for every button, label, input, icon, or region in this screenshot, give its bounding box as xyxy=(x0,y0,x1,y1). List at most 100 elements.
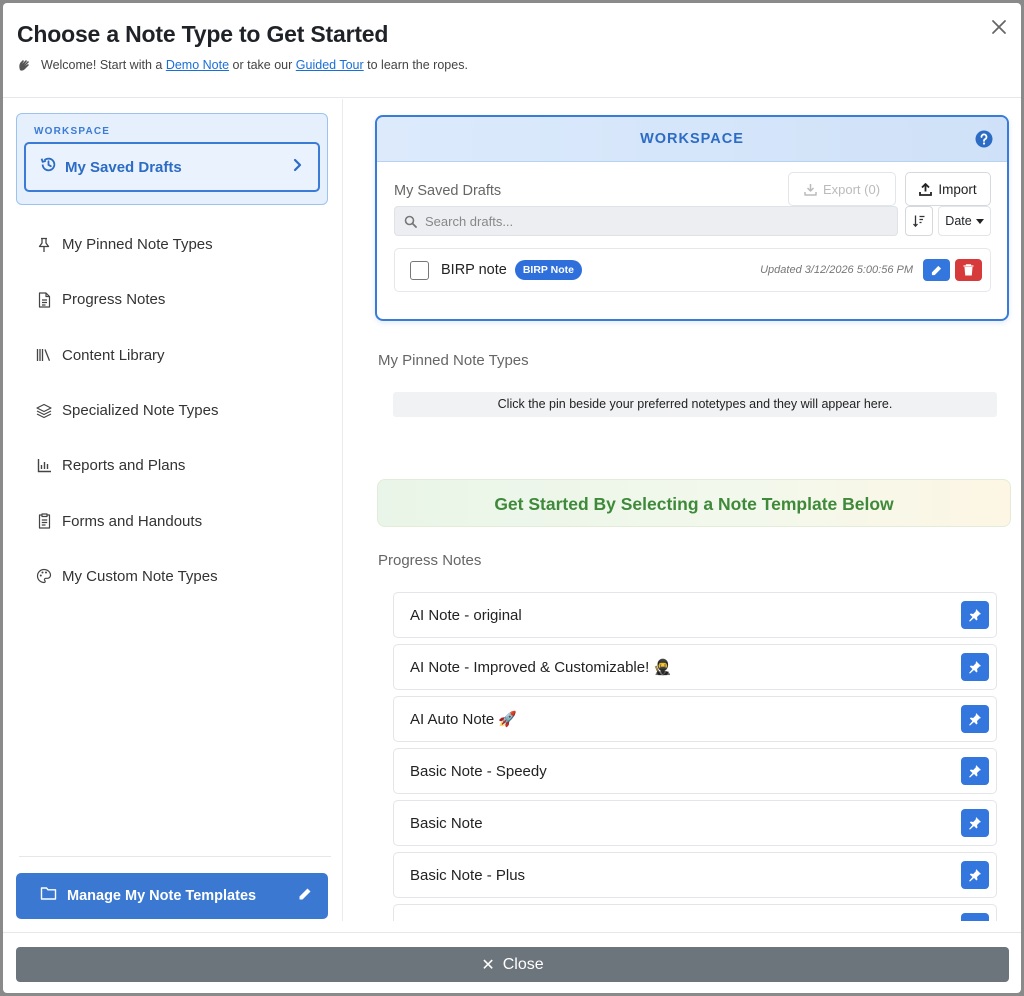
sidebar-item-label: Progress Notes xyxy=(62,291,166,309)
list-item[interactable]: AI Auto Note 🚀 xyxy=(393,696,997,742)
template-name: Basic Note - Plus xyxy=(410,866,526,884)
sidebar-divider xyxy=(19,856,331,857)
sidebar-item-label: My Saved Drafts xyxy=(65,158,182,176)
draft-updated-time: Updated 3/12/2026 5:00:56 PM xyxy=(760,264,913,276)
sidebar-item-forms[interactable]: Forms and Handouts xyxy=(3,493,343,548)
folder-icon xyxy=(40,886,57,906)
sort-field-dropdown[interactable]: Date xyxy=(938,206,991,236)
pencil-icon xyxy=(298,887,312,906)
edit-draft-button[interactable] xyxy=(923,259,950,281)
clipboard-icon xyxy=(36,513,52,529)
draft-type-badge: BIRP Note xyxy=(514,260,582,280)
sort-icon xyxy=(912,214,926,228)
upload-icon xyxy=(919,182,933,196)
pin-template-button[interactable] xyxy=(961,809,989,837)
modal-subtitle: Welcome! Start with a Demo Note or take … xyxy=(17,57,468,73)
sidebar-workspace-section: WORKSPACE My Saved Drafts xyxy=(16,113,328,205)
sidebar-nav: My Pinned Note Types Progress Notes Cont… xyxy=(3,217,343,604)
caret-down-icon xyxy=(975,218,984,224)
chevron-right-icon xyxy=(292,158,304,177)
pin-template-button[interactable] xyxy=(961,705,989,733)
drafts-title: My Saved Drafts xyxy=(394,183,502,199)
list-item[interactable]: AI Note - original xyxy=(393,592,997,638)
history-icon xyxy=(40,156,57,178)
pin-template-button[interactable] xyxy=(961,653,989,681)
sidebar-item-pinned[interactable]: My Pinned Note Types xyxy=(3,217,343,272)
pin-icon xyxy=(968,608,982,622)
manage-templates-button[interactable]: Manage My Note Templates xyxy=(16,873,328,919)
workspace-panel-header: WORKSPACE xyxy=(377,117,1007,162)
library-icon xyxy=(36,347,52,363)
search-icon xyxy=(404,215,417,228)
sidebar-item-saved-drafts[interactable]: My Saved Drafts xyxy=(24,142,320,192)
pin-icon xyxy=(36,237,52,253)
workspace-label: WORKSPACE xyxy=(34,126,111,137)
subtitle-text-2: or take our xyxy=(232,58,293,72)
template-list: AI Note - original AI Note - Improved & … xyxy=(393,592,997,921)
trash-icon xyxy=(963,264,974,276)
pinned-empty-message: Click the pin beside your preferred note… xyxy=(393,392,997,417)
sidebar-item-label: Content Library xyxy=(62,346,165,364)
import-button[interactable]: Import xyxy=(905,172,991,206)
list-item[interactable] xyxy=(393,904,997,921)
document-icon xyxy=(36,292,52,308)
list-item[interactable]: Basic Note xyxy=(393,800,997,846)
list-item[interactable]: Basic Note - Plus xyxy=(393,852,997,898)
close-icon[interactable] xyxy=(989,17,1009,37)
close-button[interactable]: ✕ Close xyxy=(16,947,1009,982)
delete-draft-button[interactable] xyxy=(955,259,982,281)
main-content: WORKSPACE My Saved Drafts Export (0) Imp… xyxy=(344,99,1021,921)
palette-icon xyxy=(36,568,52,584)
pin-template-button[interactable] xyxy=(961,861,989,889)
sidebar-item-content-library[interactable]: Content Library xyxy=(3,328,343,383)
sidebar-item-label: Forms and Handouts xyxy=(62,512,203,530)
draft-row[interactable]: BIRP note BIRP Note Updated 3/12/2026 5:… xyxy=(394,248,991,292)
close-button-label: Close xyxy=(502,955,544,973)
template-name: Basic Note xyxy=(410,814,483,832)
progress-notes-title: Progress Notes xyxy=(378,552,482,569)
pin-icon xyxy=(968,868,982,882)
sidebar-item-label: My Custom Note Types xyxy=(62,567,218,585)
template-name: AI Auto Note 🚀 xyxy=(410,711,518,728)
list-item[interactable]: Basic Note - Speedy xyxy=(393,748,997,794)
get-started-banner: Get Started By Selecting a Note Template… xyxy=(377,479,1011,527)
sidebar-item-reports[interactable]: Reports and Plans xyxy=(3,438,343,493)
sidebar-item-custom[interactable]: My Custom Note Types xyxy=(3,549,343,604)
draft-checkbox[interactable] xyxy=(410,260,429,280)
export-label: Export (0) xyxy=(822,181,881,197)
guided-tour-link[interactable]: Guided Tour xyxy=(296,58,364,72)
pinned-section-title: My Pinned Note Types xyxy=(378,352,529,369)
pin-icon xyxy=(968,660,982,674)
import-label: Import xyxy=(938,181,977,197)
pin-template-button[interactable] xyxy=(961,913,989,921)
close-icon: ✕ xyxy=(481,956,495,974)
sort-direction-button[interactable] xyxy=(905,206,933,236)
draft-search xyxy=(394,206,898,236)
pin-template-button[interactable] xyxy=(961,601,989,629)
pin-template-button[interactable] xyxy=(961,757,989,785)
search-input[interactable] xyxy=(425,213,885,229)
modal-title: Choose a Note Type to Get Started xyxy=(17,21,389,47)
manage-templates-label: Manage My Note Templates xyxy=(67,888,257,904)
sort-field-label: Date xyxy=(945,214,972,228)
demo-note-link[interactable]: Demo Note xyxy=(166,58,229,72)
list-item[interactable]: AI Note - Improved & Customizable! 🥷 xyxy=(393,644,997,690)
sidebar-item-label: My Pinned Note Types xyxy=(62,236,213,254)
layers-icon xyxy=(36,403,52,419)
modal-header: Choose a Note Type to Get Started Welcom… xyxy=(3,3,1021,98)
sidebar-item-progress-notes[interactable]: Progress Notes xyxy=(3,272,343,327)
export-button[interactable]: Export (0) xyxy=(788,172,896,206)
pin-icon xyxy=(968,816,982,830)
footer-divider xyxy=(3,932,1021,933)
help-icon[interactable] xyxy=(975,130,993,148)
subtitle-text-1: Welcome! Start with a xyxy=(41,58,163,72)
workspace-panel-title: WORKSPACE xyxy=(640,131,744,147)
draft-name: BIRP note xyxy=(441,262,507,278)
download-icon xyxy=(804,183,817,196)
template-name: Basic Note - Speedy xyxy=(410,762,547,780)
pencil-icon xyxy=(931,265,942,276)
pin-icon xyxy=(968,712,982,726)
waving-hand-icon xyxy=(17,57,35,73)
subtitle-text-3: to learn the ropes. xyxy=(367,58,468,72)
sidebar-item-specialized[interactable]: Specialized Note Types xyxy=(3,383,343,438)
